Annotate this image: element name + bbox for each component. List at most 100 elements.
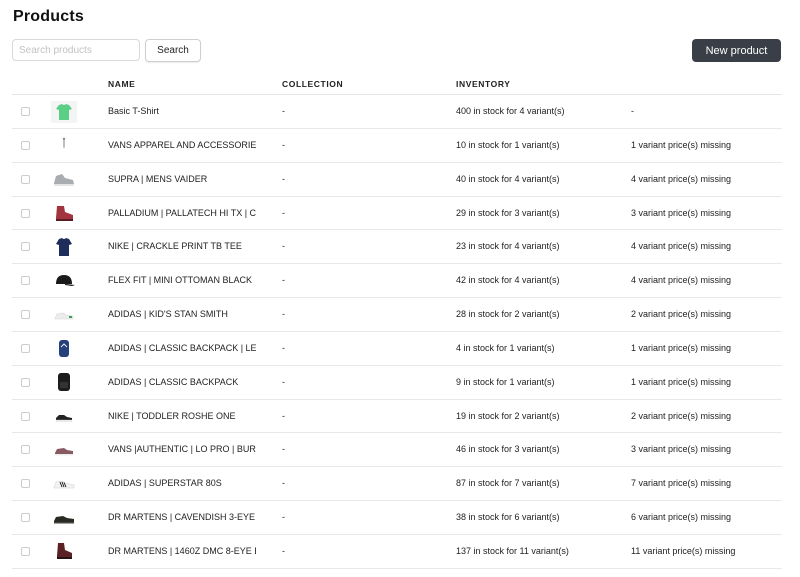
product-inventory: 23 in stock for 4 variant(s) xyxy=(456,241,560,252)
row-checkbox[interactable] xyxy=(21,174,30,184)
column-header-name[interactable]: NAME xyxy=(108,79,135,89)
new-product-button[interactable]: New product xyxy=(692,39,781,62)
column-header-collection[interactable]: COLLECTION xyxy=(282,79,343,89)
price-status: 1 variant price(s) missing xyxy=(631,139,732,150)
product-collection: - xyxy=(282,376,285,387)
black-sneaker-icon xyxy=(50,405,78,428)
table-header: NAME COLLECTION INVENTORY xyxy=(12,73,782,95)
product-collection: - xyxy=(282,275,285,286)
table-row[interactable]: DR MARTENS | CAVENDISH 3-EYE SHOE | BLAC… xyxy=(12,501,782,535)
table-row[interactable]: NIKE | CRACKLE PRINT TB TEE - 23 in stoc… xyxy=(12,230,782,265)
product-inventory: 87 in stock for 7 variant(s) xyxy=(456,478,560,489)
products-table: NAME COLLECTION INVENTORY Basic T-Shirt … xyxy=(12,73,782,569)
search-button[interactable]: Search xyxy=(145,39,201,62)
striped-sneaker-icon xyxy=(50,472,78,495)
cherry-boot-icon xyxy=(50,540,78,563)
row-checkbox[interactable] xyxy=(21,479,30,489)
product-name[interactable]: VANS APPAREL AND ACCESSORIES xyxy=(108,140,256,150)
row-checkbox[interactable] xyxy=(21,208,30,218)
product-name[interactable]: VANS |AUTHENTIC | LO PRO | BURGUNDY/WHIT… xyxy=(108,444,256,454)
product-inventory: 400 in stock for 4 variant(s) xyxy=(456,106,565,116)
row-checkbox[interactable] xyxy=(21,343,30,353)
product-collection: - xyxy=(282,512,285,523)
row-checkbox[interactable] xyxy=(21,513,30,523)
table-row[interactable]: Basic T-Shirt - 400 in stock for 4 varia… xyxy=(12,95,782,129)
table-row[interactable]: ADIDAS | SUPERSTAR 80S - 87 in stock for… xyxy=(12,467,782,502)
price-status: 4 variant price(s) missing xyxy=(631,241,732,252)
product-collection: - xyxy=(282,342,285,353)
price-status: 3 variant price(s) missing xyxy=(631,444,732,455)
price-status: 3 variant price(s) missing xyxy=(631,207,732,218)
product-inventory: 42 in stock for 4 variant(s) xyxy=(456,275,560,286)
table-row[interactable]: VANS |AUTHENTIC | LO PRO | BURGUNDY/WHIT… xyxy=(12,433,782,468)
product-name[interactable]: ADIDAS | CLASSIC BACKPACK | LEGEND INK M… xyxy=(108,343,256,353)
table-row[interactable]: ADIDAS | KID'S STAN SMITH - 28 in stock … xyxy=(12,298,782,332)
green-tshirt-icon xyxy=(50,100,78,123)
product-inventory: 40 in stock for 4 variant(s) xyxy=(456,173,560,184)
row-checkbox[interactable] xyxy=(21,377,30,387)
price-status: - xyxy=(631,106,634,116)
grey-sneaker-icon xyxy=(50,168,78,191)
burgundy-sneaker-icon xyxy=(50,438,78,461)
table-row[interactable]: PALLADIUM | PALLATECH HI TX | CHEVRON - … xyxy=(12,197,782,231)
price-status: 4 variant price(s) missing xyxy=(631,173,732,184)
red-boot-icon xyxy=(50,202,78,225)
product-collection: - xyxy=(282,106,285,116)
product-name[interactable]: ADIDAS | SUPERSTAR 80S xyxy=(108,478,256,488)
product-name[interactable]: DR MARTENS | 1460Z DMC 8-EYE BOOT | CHER… xyxy=(108,546,256,556)
product-collection: - xyxy=(282,545,285,556)
product-inventory: 46 in stock for 3 variant(s) xyxy=(456,444,560,455)
black-cap-icon xyxy=(50,269,78,292)
product-collection: - xyxy=(282,241,285,252)
price-status: 1 variant price(s) missing xyxy=(631,342,732,353)
product-name[interactable]: DR MARTENS | CAVENDISH 3-EYE SHOE | BLAC… xyxy=(108,512,256,522)
page-title: Products xyxy=(13,8,84,25)
price-status: 2 variant price(s) missing xyxy=(631,410,732,421)
product-name[interactable]: Basic T-Shirt xyxy=(108,106,256,116)
row-checkbox[interactable] xyxy=(21,411,30,421)
row-checkbox[interactable] xyxy=(21,140,30,150)
column-header-inventory[interactable]: INVENTORY xyxy=(456,79,511,89)
product-collection: - xyxy=(282,207,285,218)
black-backpack-icon xyxy=(50,371,78,394)
product-collection: - xyxy=(282,444,285,455)
row-checkbox[interactable] xyxy=(21,242,30,252)
row-checkbox[interactable] xyxy=(21,276,30,286)
product-name[interactable]: NIKE | CRACKLE PRINT TB TEE xyxy=(108,241,256,251)
product-name[interactable]: ADIDAS | CLASSIC BACKPACK xyxy=(108,377,256,387)
product-name[interactable]: NIKE | TODDLER ROSHE ONE xyxy=(108,411,256,421)
product-collection: - xyxy=(282,309,285,320)
product-inventory: 38 in stock for 6 variant(s) xyxy=(456,512,560,523)
product-collection: - xyxy=(282,139,285,150)
table-row[interactable]: SUPRA | MENS VAIDER - 40 in stock for 4 … xyxy=(12,163,782,197)
product-name[interactable]: ADIDAS | KID'S STAN SMITH xyxy=(108,309,256,319)
product-inventory: 28 in stock for 2 variant(s) xyxy=(456,309,560,320)
product-collection: - xyxy=(282,478,285,489)
table-row[interactable]: ADIDAS | CLASSIC BACKPACK | LEGEND INK M… xyxy=(12,332,782,366)
product-inventory: 19 in stock for 2 variant(s) xyxy=(456,410,560,421)
black-shoe-icon xyxy=(50,506,78,529)
price-status: 4 variant price(s) missing xyxy=(631,275,732,286)
price-status: 7 variant price(s) missing xyxy=(631,478,732,489)
table-row[interactable]: ADIDAS | CLASSIC BACKPACK - 9 in stock f… xyxy=(12,366,782,400)
row-checkbox[interactable] xyxy=(21,310,30,320)
table-row[interactable]: VANS APPAREL AND ACCESSORIES - 10 in sto… xyxy=(12,129,782,163)
row-checkbox[interactable] xyxy=(21,445,30,455)
accessory-icon xyxy=(50,134,78,157)
product-name[interactable]: SUPRA | MENS VAIDER xyxy=(108,174,256,184)
price-status: 11 variant price(s) missing xyxy=(631,545,736,556)
row-checkbox[interactable] xyxy=(21,546,30,556)
product-collection: - xyxy=(282,410,285,421)
product-inventory: 4 in stock for 1 variant(s) xyxy=(456,342,555,353)
price-status: 6 variant price(s) missing xyxy=(631,512,732,523)
table-row[interactable]: DR MARTENS | 1460Z DMC 8-EYE BOOT | CHER… xyxy=(12,535,782,569)
product-inventory: 137 in stock for 11 variant(s) xyxy=(456,545,569,556)
navy-tee-icon xyxy=(50,235,78,258)
row-checkbox[interactable] xyxy=(21,107,30,116)
table-row[interactable]: NIKE | TODDLER ROSHE ONE - 19 in stock f… xyxy=(12,400,782,434)
search-input[interactable] xyxy=(12,39,140,61)
white-sneaker-icon xyxy=(50,303,78,326)
product-name[interactable]: PALLADIUM | PALLATECH HI TX | CHEVRON xyxy=(108,208,256,218)
table-row[interactable]: FLEX FIT | MINI OTTOMAN BLACK - 42 in st… xyxy=(12,264,782,299)
product-name[interactable]: FLEX FIT | MINI OTTOMAN BLACK xyxy=(108,275,256,285)
